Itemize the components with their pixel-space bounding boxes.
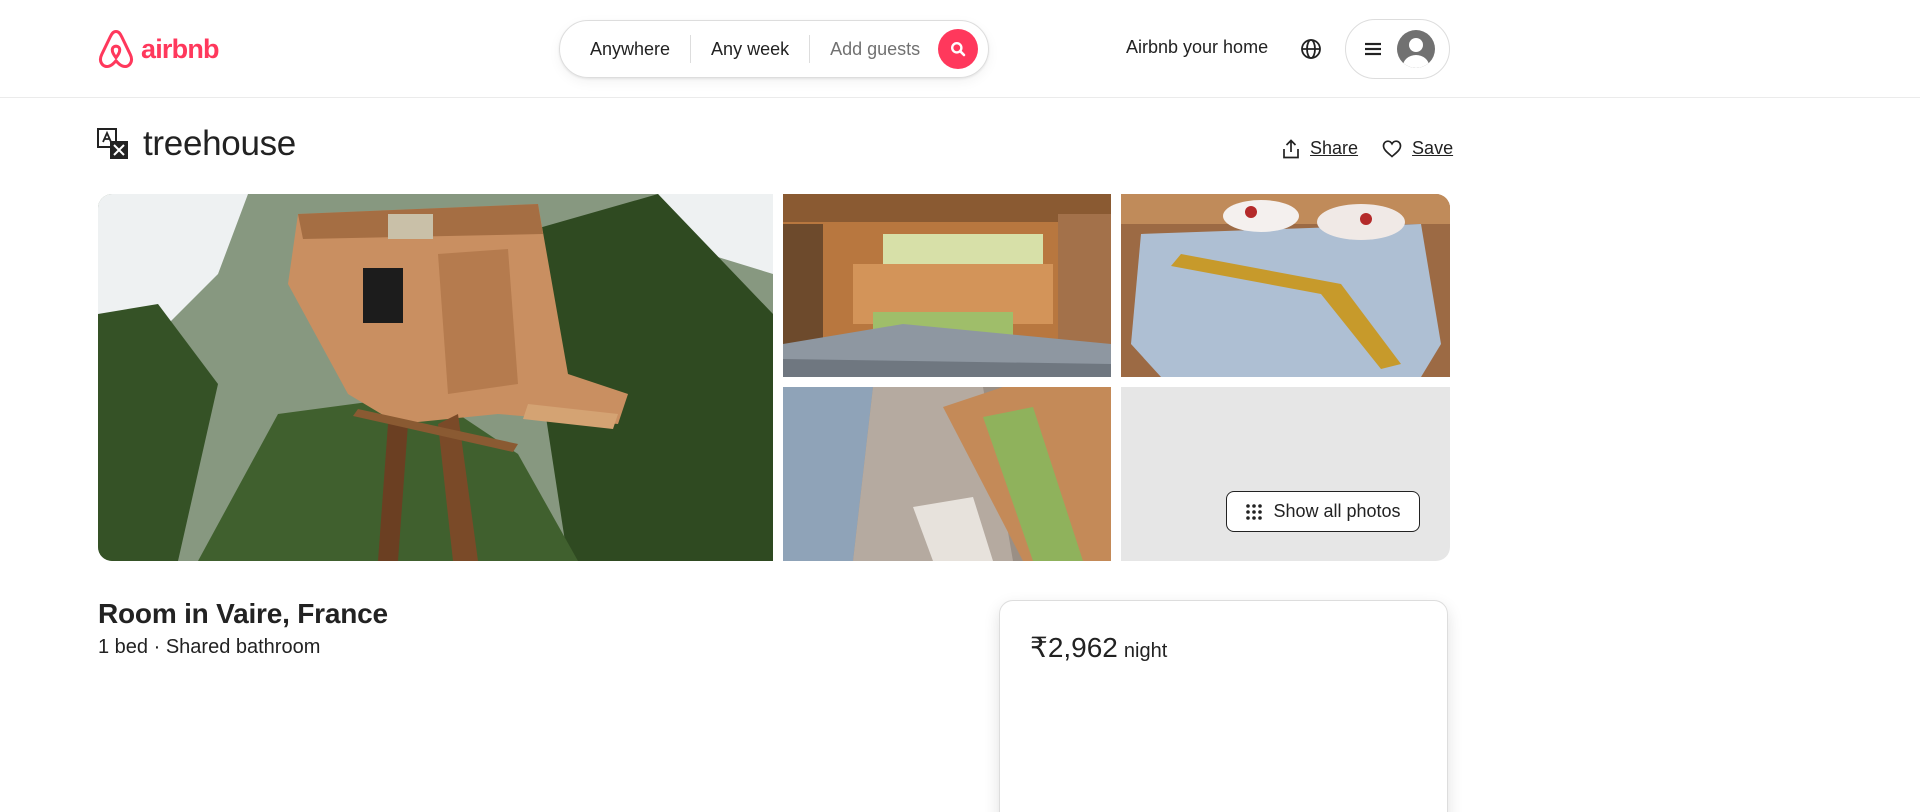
- heart-icon: [1382, 139, 1402, 158]
- search-button[interactable]: [938, 29, 979, 69]
- price-row: ₹2,962 night: [1030, 631, 1167, 664]
- host-your-home-link[interactable]: Airbnb your home: [1126, 37, 1268, 58]
- treehouse-window-image: [783, 194, 1111, 377]
- booking-card: ₹2,962 night: [999, 600, 1448, 812]
- listing-title-row: treehouse: [97, 124, 296, 164]
- search-dates-button[interactable]: Any week: [691, 39, 809, 60]
- listing-photo-main[interactable]: [98, 194, 773, 561]
- room-subtitle: 1 bed · Shared bathroom: [98, 636, 321, 658]
- menu-icon: [1365, 42, 1381, 56]
- translate-icon: [97, 128, 128, 159]
- price-unit: night: [1123, 640, 1168, 662]
- room-floor-image: [783, 387, 1111, 561]
- airbnb-logo-icon: [98, 29, 134, 68]
- grid-dots-icon: [1246, 503, 1263, 520]
- save-button[interactable]: Save: [1382, 138, 1453, 159]
- listing-actions: Share Save: [1282, 138, 1453, 159]
- listing-photo-2[interactable]: [783, 194, 1111, 377]
- share-icon: [1283, 138, 1299, 158]
- page-title: treehouse: [143, 124, 296, 163]
- top-navigation: airbnb Anywhere Any week Add guests Airb…: [0, 0, 1920, 98]
- avatar-icon: [1397, 30, 1435, 68]
- search-location-button[interactable]: Anywhere: [560, 39, 690, 60]
- bed-image: [1121, 194, 1450, 377]
- search-bar[interactable]: Anywhere Any week Add guests: [559, 20, 989, 78]
- save-label: Save: [1412, 138, 1454, 158]
- room-title: Room in Vaire, France: [98, 598, 388, 629]
- listing-photo-3[interactable]: [1121, 194, 1450, 377]
- profile-menu-button[interactable]: [1345, 19, 1450, 79]
- share-button[interactable]: Share: [1282, 138, 1358, 159]
- listing-photo-5-placeholder[interactable]: [1121, 387, 1450, 561]
- globe-icon[interactable]: [1299, 37, 1323, 61]
- airbnb-logo[interactable]: airbnb: [97, 28, 220, 70]
- price-amount: ₹2,962: [1030, 632, 1118, 663]
- show-all-photos-label: Show all photos: [1273, 501, 1401, 521]
- share-label: Share: [1310, 138, 1359, 158]
- show-all-photos-button[interactable]: Show all photos: [1226, 491, 1420, 532]
- listing-photo-4[interactable]: [783, 387, 1111, 561]
- treehouse-exterior-image: [98, 194, 773, 561]
- search-guests-button[interactable]: Add guests: [810, 39, 938, 60]
- logo-text: airbnb: [141, 33, 220, 64]
- search-icon: [951, 42, 966, 57]
